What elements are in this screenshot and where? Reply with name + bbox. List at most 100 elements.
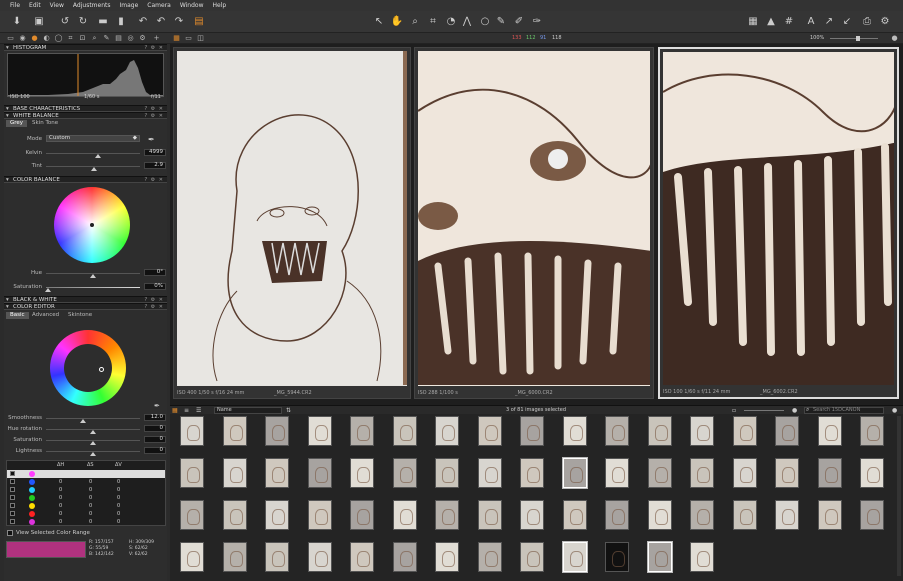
cb-saturation-knob[interactable] — [45, 288, 51, 292]
thumbnail[interactable] — [350, 458, 374, 488]
thumbnail[interactable] — [690, 416, 714, 446]
lightness-value[interactable]: 0 — [144, 447, 166, 454]
rotate-left-icon[interactable]: ↺ — [58, 15, 72, 29]
viewer-pane-1[interactable]: ISO 400 1/50 s f/16 24 mm _MG_5944.CR2 — [173, 47, 411, 399]
print-icon[interactable]: ⎙ — [860, 15, 874, 29]
thumbnail[interactable] — [435, 500, 459, 530]
thumbnail[interactable] — [605, 416, 629, 446]
thumbnail[interactable] — [817, 500, 842, 530]
lightness-knob[interactable] — [90, 452, 96, 456]
hue-rotation-knob[interactable] — [90, 430, 96, 434]
thumbnail[interactable] — [265, 500, 289, 530]
tab-skintone[interactable]: Skintone — [64, 312, 96, 319]
thumbnail[interactable] — [605, 458, 629, 488]
adjust-tab-icon[interactable]: ⊡ — [78, 34, 87, 43]
hue-value[interactable]: 0° — [144, 269, 166, 276]
thumbnail[interactable] — [435, 458, 459, 488]
color-range-row[interactable]: 0 0 0 — [7, 502, 165, 510]
thumbnail-view-icon[interactable]: ▦ — [172, 407, 178, 414]
thumbnail[interactable] — [562, 416, 587, 446]
thumbnail[interactable] — [690, 500, 714, 530]
thumbnail[interactable] — [350, 416, 374, 446]
brush-tool-icon[interactable]: ✎ — [494, 15, 508, 29]
thumbnail[interactable] — [265, 542, 289, 572]
picker-tool-icon[interactable]: ✐ — [512, 15, 526, 29]
thumbnail[interactable] — [732, 500, 757, 530]
color-range-row[interactable] — [7, 470, 165, 478]
thumbnail[interactable] — [520, 416, 544, 446]
keystone-tool-icon[interactable]: ⋀ — [460, 15, 474, 29]
thumbnail[interactable] — [605, 542, 629, 572]
tab-advanced[interactable]: Advanced — [28, 312, 63, 319]
thumbnail[interactable] — [605, 500, 629, 530]
custom-tab-icon[interactable]: + — [152, 34, 161, 43]
thumbnail[interactable] — [392, 416, 417, 446]
thumbnail[interactable] — [222, 542, 247, 572]
folder-icon[interactable]: ▬ — [96, 15, 110, 29]
grid-view-icon[interactable]: ▦ — [746, 15, 760, 29]
cb-saturation-slider[interactable] — [46, 287, 140, 288]
color-balance-wheel[interactable] — [54, 187, 130, 263]
thumbnail[interactable] — [307, 500, 332, 530]
thumbnail[interactable] — [180, 416, 204, 446]
ce-saturation-value[interactable]: 0 — [144, 436, 166, 443]
thumbnail[interactable] — [860, 500, 884, 530]
viewer-pane-2[interactable]: ISO 288 1/100 s _MG_6000.CR2 — [414, 47, 654, 399]
thumbnail[interactable] — [647, 416, 672, 446]
thumbnail[interactable] — [775, 500, 799, 530]
image-drawing-closeup-teeth[interactable] — [663, 52, 894, 385]
thumbnail[interactable] — [732, 416, 757, 446]
thumbnail[interactable] — [647, 458, 672, 488]
thumb-size-slider[interactable] — [744, 410, 784, 411]
thumbnail[interactable] — [222, 458, 247, 488]
browser-scrollbar[interactable] — [897, 416, 901, 576]
eraser-tool-icon[interactable]: ✑ — [530, 15, 544, 29]
thumbnail[interactable] — [647, 500, 672, 530]
list-view-icon[interactable]: ≡ — [184, 407, 189, 414]
image-drawing-closeup-eye[interactable] — [418, 51, 650, 386]
menu-image[interactable]: Image — [120, 2, 139, 9]
thumbnail[interactable] — [646, 541, 673, 573]
row-checkbox[interactable] — [10, 487, 15, 492]
row-checkbox[interactable] — [10, 511, 15, 516]
ce-saturation-knob[interactable] — [90, 441, 96, 445]
library-tab-icon[interactable]: ▭ — [6, 34, 15, 43]
pointer-tool-icon[interactable]: ↖ — [372, 15, 386, 29]
hand-tool-icon[interactable]: ✋ — [390, 15, 404, 29]
thumbnail[interactable] — [817, 416, 842, 446]
straighten-tool-icon[interactable]: ◔ — [444, 15, 458, 29]
thumbnail[interactable] — [392, 500, 417, 530]
thumbnail[interactable] — [350, 500, 374, 530]
batch-tab-icon[interactable]: ⚙ — [138, 34, 147, 43]
undo-icon[interactable]: ↶ — [136, 15, 150, 29]
settings-gear-icon[interactable]: ⚙ — [878, 15, 892, 29]
thumbnail[interactable] — [307, 458, 332, 488]
thumbnail[interactable] — [520, 542, 544, 572]
zoom-tool-icon[interactable]: ⌕ — [408, 15, 422, 29]
trash-icon[interactable]: ▮ — [114, 15, 128, 29]
menu-edit[interactable]: Edit — [29, 2, 41, 9]
crop-tool-icon[interactable]: ⌗ — [426, 15, 440, 29]
menu-camera[interactable]: Camera — [147, 2, 171, 9]
menu-view[interactable]: View — [50, 2, 64, 9]
viewer-pane-3[interactable]: ISO 100 1/60 s f/11 24 mm _MG_6002.CR2 — [658, 47, 899, 399]
lens-tab-icon[interactable]: ◯ — [54, 34, 63, 43]
process-icon[interactable]: ↙ — [840, 15, 854, 29]
thumbnail[interactable] — [435, 416, 459, 446]
color-range-row[interactable]: 0 0 0 — [7, 478, 165, 486]
user-icon-browser[interactable]: ● — [892, 407, 897, 414]
camera-icon[interactable]: ▣ — [32, 15, 46, 29]
thumbnail[interactable] — [562, 500, 587, 530]
white-balance-header[interactable]: WHITE BALANCE? ⚙ ✕ — [4, 112, 167, 119]
thumbnail[interactable] — [350, 542, 374, 572]
thumbnail[interactable] — [307, 542, 332, 572]
thumbnail[interactable] — [732, 458, 757, 488]
kelvin-slider[interactable] — [46, 153, 140, 154]
smoothness-slider[interactable] — [46, 418, 140, 419]
thumbnail[interactable] — [392, 542, 417, 572]
image-drawing-portrait[interactable] — [177, 51, 407, 386]
thumbnail[interactable] — [775, 416, 799, 446]
thumbnail[interactable] — [180, 542, 204, 572]
row-checkbox[interactable] — [10, 471, 15, 476]
black-white-header[interactable]: BLACK & WHITE? ⚙ ✕ — [4, 296, 167, 303]
